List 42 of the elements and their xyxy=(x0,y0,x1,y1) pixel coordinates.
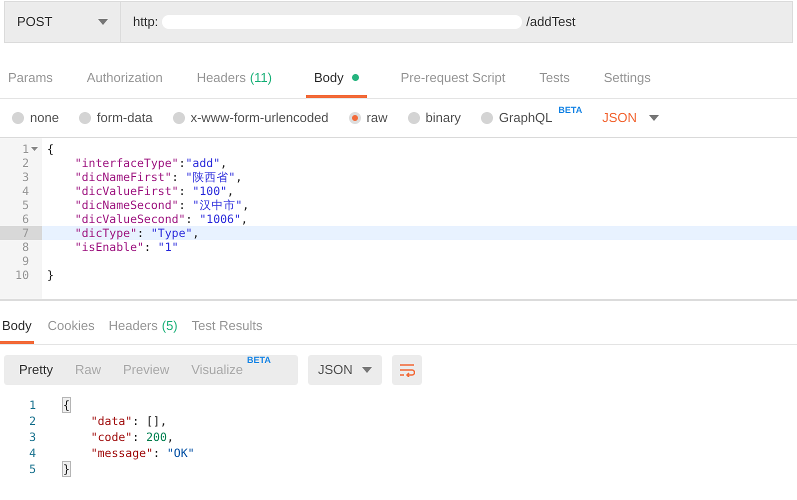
line-number: 8 xyxy=(21,240,30,254)
code-line: "message": "OK" xyxy=(90,445,195,461)
code-line: "code": 200, xyxy=(90,429,174,445)
code-line: } xyxy=(46,268,55,282)
body-type-radio[interactable]: form-data xyxy=(78,108,153,128)
line-number: 4 xyxy=(28,445,36,461)
line-number: 3 xyxy=(21,170,30,184)
wrap-lines-button[interactable] xyxy=(392,355,422,385)
line-number: 2 xyxy=(28,413,36,429)
body-type-radio[interactable]: none xyxy=(12,108,59,128)
code-line: { xyxy=(46,142,55,156)
code-line: "interfaceType":"add", xyxy=(74,156,228,170)
code-line: "dicNameFirst": "陕西省", xyxy=(74,170,244,184)
code-editor[interactable]: 1 2 3 4 5 6 7 8 9 10 { "interfaceType":"add", "dicNameFirst": "陕西省", "dicValueFirst": "100", "dicNameSecond": "汉中市", "dicValueSecond": "1006", "dicType": "Type", "isEnable": "1" } xyxy=(0,137,797,301)
caret-icon xyxy=(648,115,659,121)
line-number: 2 xyxy=(21,156,30,170)
body-type-radio[interactable]: GraphQL $^{BETA}$ xyxy=(480,108,582,128)
format-select[interactable]: JSON xyxy=(308,355,382,385)
response-tab[interactable]: Body xyxy=(0,307,34,344)
body-type-radio[interactable]: x-www-form-urlencoded xyxy=(172,108,329,128)
caret-icon xyxy=(362,367,372,373)
code-line: "dicNameSecond": "汉中市", xyxy=(74,198,250,212)
wrap-icon xyxy=(399,363,415,377)
line-number: 7 xyxy=(0,226,42,240)
line-number: 5 xyxy=(28,461,36,477)
line-number: 1 xyxy=(0,142,42,156)
line-number: 3 xyxy=(28,429,36,445)
line-number: 1 xyxy=(28,397,36,413)
code-line: "isEnable": "1" xyxy=(74,240,180,254)
view-mode-tab[interactable]: Pretty xyxy=(8,360,64,380)
code-line: "data": [], xyxy=(90,413,167,429)
line-number: 5 xyxy=(21,198,30,212)
line-number: 10 xyxy=(14,268,30,282)
body-type-radio[interactable]: binary xyxy=(408,108,461,128)
line-number: 4 xyxy=(21,184,30,198)
line-number: 6 xyxy=(21,212,30,226)
fold-caret-icon[interactable] xyxy=(31,147,38,151)
code-line: "dicValueSecond": "1006", xyxy=(74,212,249,226)
code-line: "dicValueFirst": "100", xyxy=(74,184,235,198)
body-type-radio[interactable]: raw xyxy=(348,108,388,128)
line-number: 9 xyxy=(21,254,30,268)
request-tab[interactable]: Body xyxy=(306,57,367,98)
